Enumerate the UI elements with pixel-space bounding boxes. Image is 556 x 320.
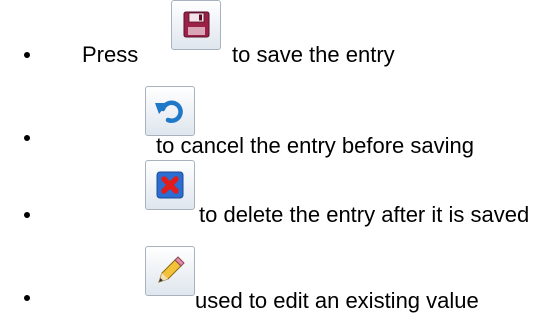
undo-icon bbox=[155, 100, 183, 123]
list-item-edit: used to edit an existing value bbox=[0, 240, 556, 320]
save-button[interactable] bbox=[171, 0, 221, 50]
edit-description: used to edit an existing value bbox=[195, 288, 479, 313]
list-item-undo: to cancel the entry before saving bbox=[0, 80, 556, 160]
delete-icon bbox=[156, 171, 184, 199]
bullet bbox=[24, 295, 30, 301]
save-icon bbox=[183, 11, 210, 38]
delete-description: to delete the entry after it is saved bbox=[199, 202, 530, 227]
save-description: to save the entry bbox=[232, 42, 395, 67]
bullet bbox=[24, 135, 30, 141]
list-item-delete: to delete the entry after it is saved bbox=[0, 160, 556, 240]
undo-description: to cancel the entry before saving bbox=[156, 133, 474, 158]
edit-button[interactable] bbox=[145, 246, 195, 296]
bullet bbox=[24, 212, 30, 218]
bullet bbox=[24, 52, 30, 58]
undo-button[interactable] bbox=[145, 86, 195, 136]
list-item-save: Press to save the entry bbox=[0, 0, 556, 80]
delete-button[interactable] bbox=[145, 160, 195, 210]
edit-icon bbox=[158, 256, 185, 283]
press-label: Press bbox=[82, 42, 139, 67]
